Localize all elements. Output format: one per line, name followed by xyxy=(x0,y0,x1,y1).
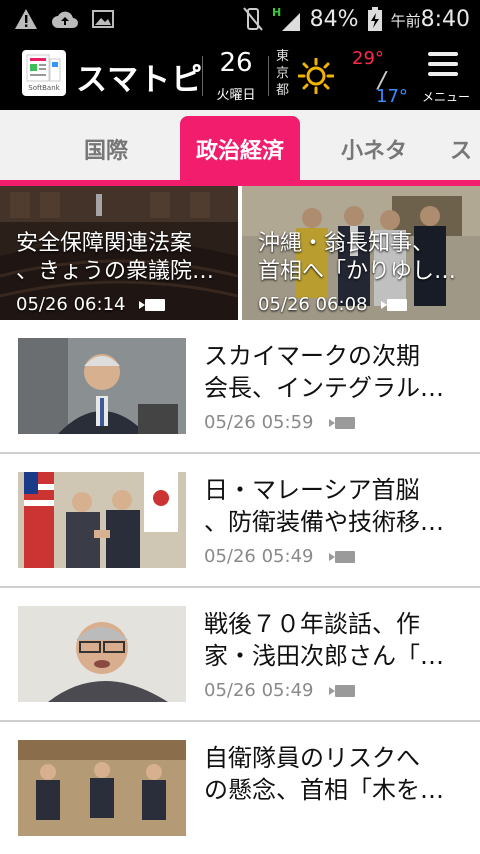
video-camera-icon xyxy=(381,299,408,311)
article-title: 自衛隊員のリスクへ の懸念、首相「木を… xyxy=(204,744,444,804)
featured-article[interactable]: 安全保障関連法案 、きょうの衆議院… 05/26 06:14 xyxy=(0,186,238,320)
temp-low: 17° xyxy=(376,86,408,107)
featured-time: 05/26 06:08 xyxy=(258,294,408,315)
image-icon xyxy=(92,10,114,28)
logo-caption: SoftBank xyxy=(28,84,60,92)
warning-icon xyxy=(15,9,37,29)
cloud-upload-icon xyxy=(52,11,78,28)
app-title: スマトピ xyxy=(76,62,204,98)
menu-label: メニュー xyxy=(421,90,470,104)
article-time: 05/26 05:49 xyxy=(204,546,356,567)
featured-time: 05/26 06:14 xyxy=(16,294,166,315)
date-number: 26 xyxy=(219,48,253,78)
article-thumbnail xyxy=(18,606,186,702)
app-logo[interactable]: SoftBank xyxy=(22,50,66,96)
tab-trivia[interactable]: 小ネタ xyxy=(328,116,420,182)
list-item[interactable]: スカイマークの次期 会長、インテグラル… 05/26 05:59 xyxy=(0,320,480,454)
featured-title: 沖縄・翁長知事、 首相へ「かりゆし… xyxy=(258,231,457,284)
signal-h-icon: H xyxy=(272,6,300,31)
list-item[interactable]: 自衛隊員のリスクへ の懸念、首相「木を… xyxy=(0,722,480,854)
status-bar: H 84% 午前8:40 xyxy=(0,0,480,38)
tab-international[interactable]: 国際 xyxy=(60,116,152,182)
video-camera-icon xyxy=(329,685,356,697)
battery-percent: 84% xyxy=(309,6,359,32)
article-title: スカイマークの次期 会長、インテグラル… xyxy=(204,342,444,402)
list-item[interactable]: 戦後７０年談話、作 家・浅田次郎さん「… 05/26 05:49 xyxy=(0,588,480,722)
divider xyxy=(202,56,203,96)
clock: 午前8:40 xyxy=(390,6,470,32)
video-camera-icon xyxy=(329,417,356,429)
temp-high: 29° xyxy=(352,48,384,69)
featured-article[interactable]: 沖縄・翁長知事、 首相へ「かりゆし… 05/26 06:08 xyxy=(242,186,480,320)
sunny-icon xyxy=(298,58,334,94)
city-name: 東 京 都 xyxy=(276,49,290,98)
article-title: 日・マレーシア首脳 、防衛装備や技術移… xyxy=(204,476,444,536)
vibrate-off-icon xyxy=(242,7,263,31)
article-thumbnail xyxy=(18,472,186,568)
tab-sports[interactable]: ス xyxy=(450,116,480,182)
video-camera-icon xyxy=(329,551,356,563)
article-thumbnail xyxy=(18,338,186,434)
article-thumbnail xyxy=(18,740,186,836)
list-item[interactable]: 日・マレーシア首脳 、防衛装備や技術移… 05/26 05:49 xyxy=(0,454,480,588)
featured-title: 安全保障関連法案 、きょうの衆議院… xyxy=(16,231,215,284)
tab-politics-economy[interactable]: 政治経済 xyxy=(180,116,300,182)
svg-text:H: H xyxy=(272,6,281,19)
menu-button[interactable]: メニュー xyxy=(418,46,474,104)
weekday: 火曜日 xyxy=(216,88,256,103)
article-time: 05/26 05:49 xyxy=(204,680,356,701)
category-tabs: 国際 政治経済 小ネタ ス xyxy=(0,110,480,182)
article-time: 05/26 05:59 xyxy=(204,412,356,433)
battery-charging-icon xyxy=(367,7,382,31)
article-title: 戦後７０年談話、作 家・浅田次郎さん「… xyxy=(204,610,444,670)
app-header: SoftBank スマトピ 26 火曜日 東 京 都 29° / 17° メニュ… xyxy=(0,38,480,110)
featured-articles: 安全保障関連法案 、きょうの衆議院… 05/26 06:14 沖縄・翁長知事、 首相… xyxy=(0,186,480,320)
divider xyxy=(268,56,269,96)
video-camera-icon xyxy=(139,299,166,311)
